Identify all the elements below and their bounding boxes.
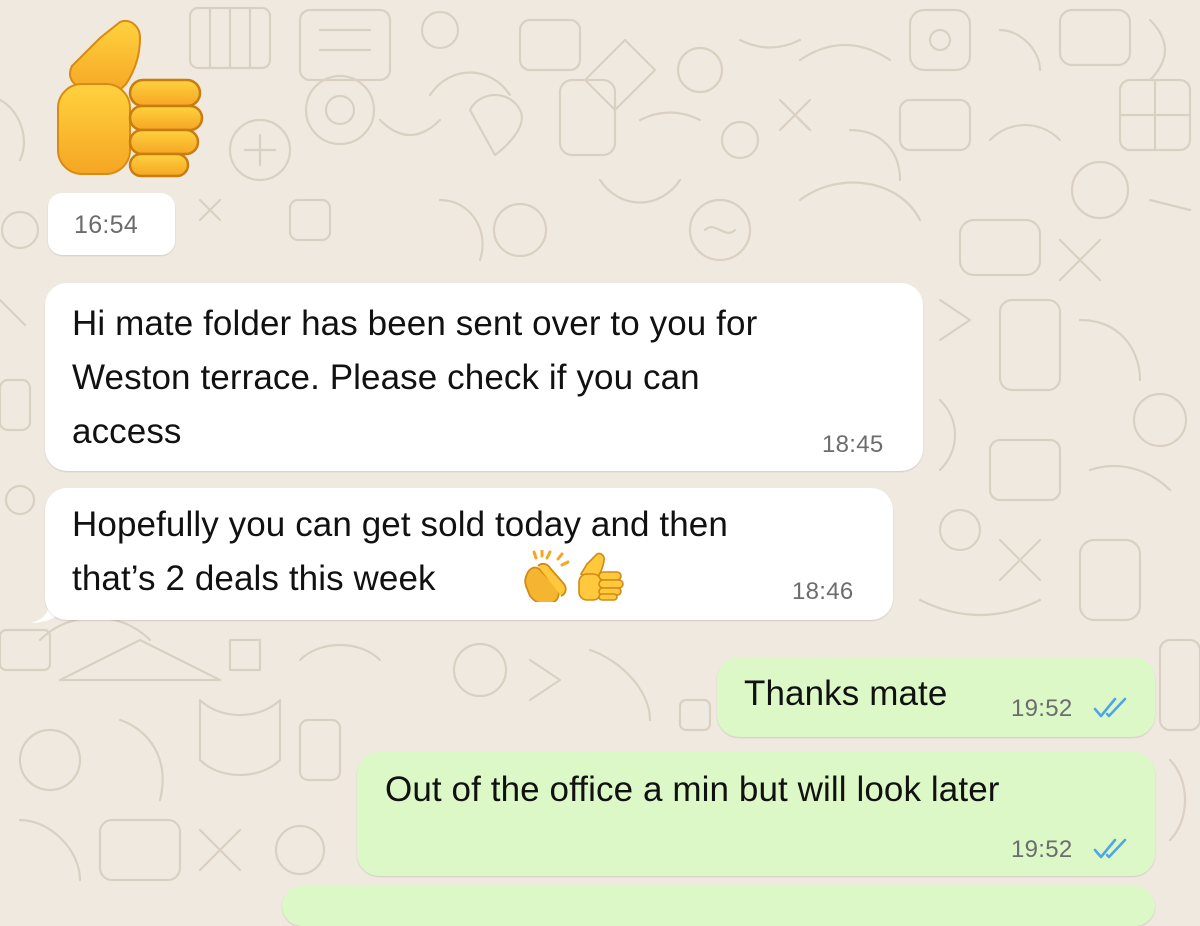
incoming-message-bubble[interactable]: Hopefully you can get sold today and the…: [45, 488, 893, 620]
message-time: 19:52: [1011, 695, 1073, 722]
outgoing-message-bubble[interactable]: Out of the office a min but will look la…: [357, 752, 1155, 876]
message-text-line: access: [72, 412, 182, 451]
message-text-line: Hi mate folder has been sent over to you…: [72, 304, 758, 343]
message-text-line: Weston terrace. Please check if you can: [72, 358, 700, 397]
thumbs-up-emoji: [578, 552, 624, 601]
incoming-message-bubble[interactable]: Hi mate folder has been sent over to you…: [45, 283, 923, 471]
message-time: 19:52: [1011, 836, 1073, 863]
message-time: 18:46: [792, 578, 854, 605]
thumbs-up-emoji: [57, 20, 204, 178]
message-time: 16:54: [74, 211, 139, 239]
message-text-line: Thanks mate: [744, 674, 948, 713]
message-text-line: Out of the office a min but will look la…: [385, 770, 1000, 809]
outgoing-message-bubble[interactable]: Thanks mate 19:52: [717, 657, 1155, 737]
message-text-line: Hopefully you can get sold today and the…: [72, 505, 728, 544]
read-double-tick-icon: [1093, 838, 1127, 859]
clapping-hands-emoji: [524, 550, 570, 602]
emoji-message-time: 16:54: [48, 193, 175, 255]
read-double-tick-icon: [1093, 697, 1127, 718]
outgoing-message-bubble[interactable]: [282, 886, 1155, 926]
message-text-line: that’s 2 deals this week: [72, 559, 436, 598]
message-time: 18:45: [822, 431, 884, 458]
